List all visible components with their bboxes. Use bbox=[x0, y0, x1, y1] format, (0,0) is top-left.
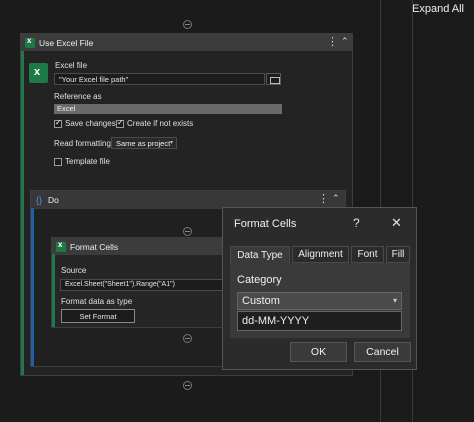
folder-icon[interactable] bbox=[266, 73, 281, 85]
format-data-label: Format data as type bbox=[61, 297, 133, 306]
create-if-not-exists-option[interactable]: Create if not exists bbox=[116, 118, 194, 128]
dropdown-arrow-icon: ▾ bbox=[169, 140, 173, 146]
tab-font[interactable]: Font bbox=[351, 246, 384, 263]
more-options-icon[interactable]: ⋮ bbox=[327, 37, 338, 48]
format-cells-title: Format Cells bbox=[70, 241, 119, 252]
collapse-icon[interactable]: ⌃ bbox=[341, 36, 349, 47]
more-options-icon[interactable]: ⋮ bbox=[318, 194, 329, 205]
template-file-option[interactable]: Template file bbox=[54, 157, 110, 166]
remove-circle-icon[interactable] bbox=[183, 20, 192, 29]
dialog-title: Format Cells bbox=[234, 218, 297, 230]
save-changes-checkbox[interactable] bbox=[54, 118, 62, 128]
excel-file-label: Excel file bbox=[55, 61, 88, 70]
read-formatting-value: Same as project bbox=[116, 139, 171, 148]
create-if-not-exists-checkbox[interactable] bbox=[116, 118, 124, 128]
save-changes-option[interactable]: Save changes bbox=[54, 118, 116, 128]
excel-icon bbox=[56, 240, 66, 252]
dropdown-arrow-icon: ▾ bbox=[392, 296, 397, 305]
source-label: Source bbox=[61, 266, 87, 275]
save-changes-label: Save changes bbox=[65, 119, 116, 128]
format-cells-header: Format Cells bbox=[52, 238, 230, 255]
do-title: Do bbox=[48, 195, 59, 205]
tab-data-type[interactable]: Data Type bbox=[230, 246, 290, 263]
tab-fill[interactable]: Fill bbox=[386, 246, 410, 263]
help-icon[interactable]: ? bbox=[353, 216, 360, 230]
template-file-checkbox[interactable] bbox=[54, 157, 62, 166]
remove-circle-icon[interactable] bbox=[183, 334, 192, 343]
format-cells-bar bbox=[52, 254, 55, 327]
reference-as-input[interactable]: Excel bbox=[54, 104, 282, 114]
excel-file-input[interactable]: "Your Excel file path" bbox=[54, 73, 265, 85]
template-file-label: Template file bbox=[65, 157, 110, 166]
cancel-button[interactable]: Cancel bbox=[354, 342, 411, 362]
category-select[interactable]: Custom ▾ bbox=[237, 292, 402, 310]
close-icon[interactable]: ✕ bbox=[391, 215, 402, 231]
create-if-not-exists-label: Create if not exists bbox=[127, 119, 194, 128]
do-sequence-icon: {} bbox=[36, 195, 43, 205]
use-excel-file-title: Use Excel File bbox=[39, 37, 94, 48]
format-code-input[interactable]: dd-MM-YYYY bbox=[237, 311, 402, 331]
format-cells-dialog: Format Cells ? ✕ Data Type Alignment Fon… bbox=[222, 207, 417, 370]
excel-scope-bar bbox=[21, 51, 24, 375]
expand-all-button[interactable]: Expand All bbox=[412, 3, 464, 15]
remove-circle-icon[interactable] bbox=[183, 381, 192, 390]
read-formatting-label: Read formatting bbox=[54, 139, 111, 148]
category-value: Custom bbox=[242, 295, 280, 307]
use-excel-file-header: Use Excel File ⋮ ⌃ bbox=[21, 34, 352, 51]
source-input[interactable]: Excel.Sheet("Sheet1").Range("A1") bbox=[60, 279, 223, 291]
collapse-icon[interactable]: ⌃ bbox=[332, 193, 340, 204]
set-format-button[interactable]: Set Format bbox=[61, 309, 135, 323]
do-scope-bar bbox=[31, 208, 34, 366]
remove-circle-icon[interactable] bbox=[183, 227, 192, 236]
read-formatting-select[interactable]: Same as project ▾ bbox=[111, 137, 177, 149]
tab-alignment[interactable]: Alignment bbox=[292, 246, 349, 263]
excel-icon bbox=[25, 36, 35, 48]
ok-button[interactable]: OK bbox=[290, 342, 347, 362]
reference-as-label: Reference as bbox=[54, 92, 102, 101]
category-label: Category bbox=[237, 274, 282, 286]
excel-icon: x bbox=[29, 63, 48, 83]
